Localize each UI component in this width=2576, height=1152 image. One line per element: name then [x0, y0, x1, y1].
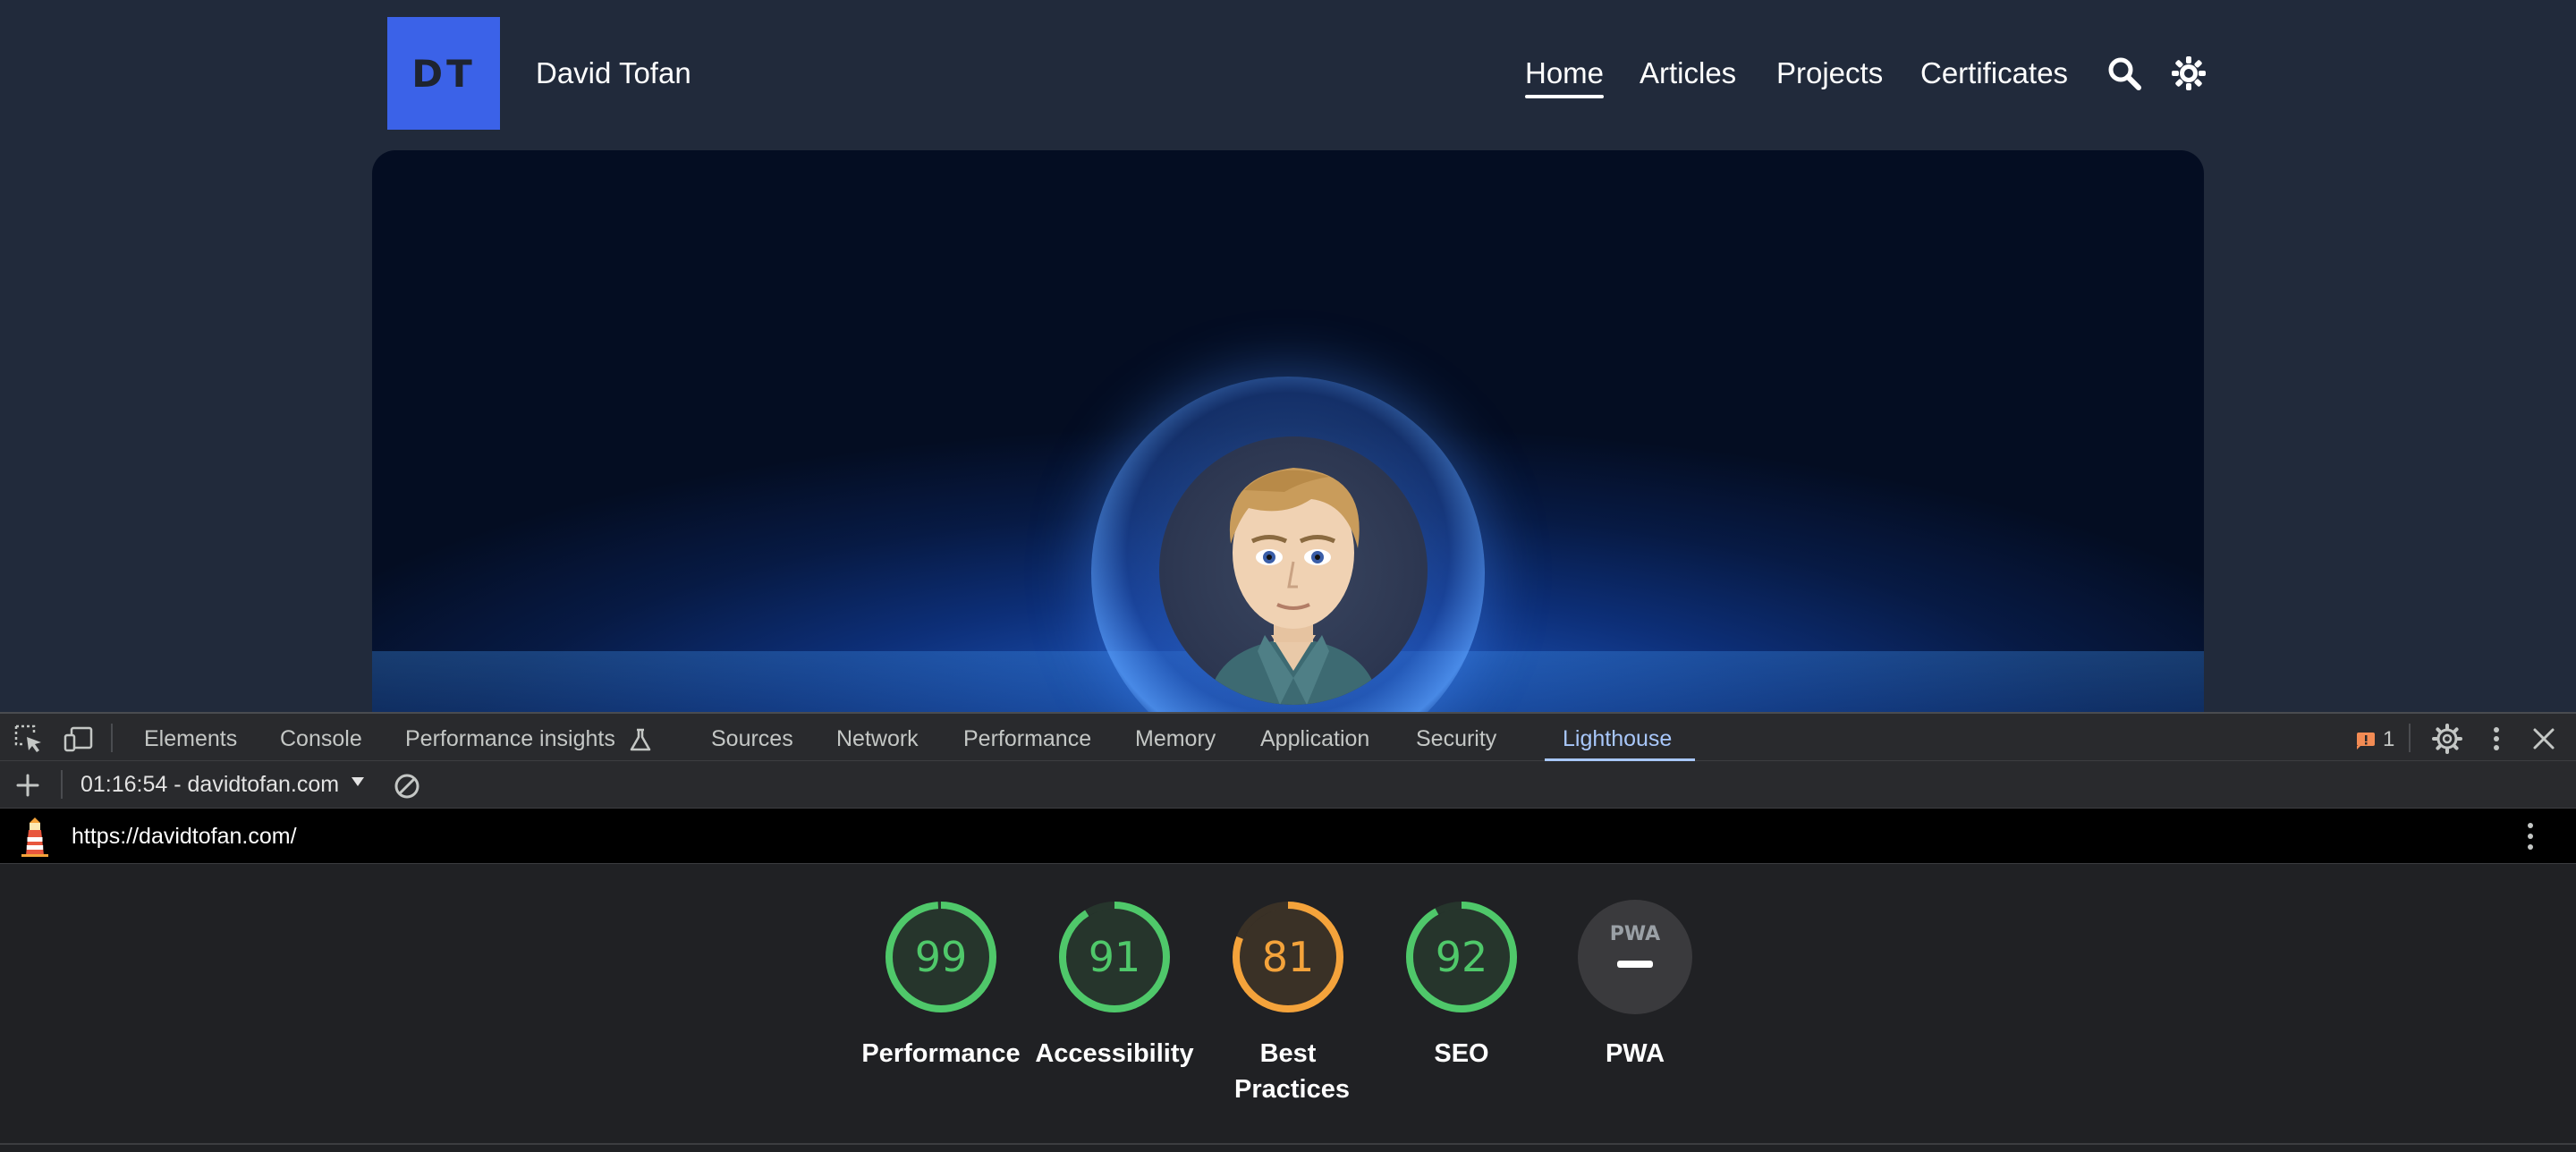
avatar [1159, 436, 1428, 705]
issues-count: 1 [2383, 727, 2395, 751]
pwa-badge-icon: PWA [1578, 900, 1692, 1014]
settings-gear-icon[interactable] [2431, 723, 2463, 755]
gauge-label: Accessibility [1035, 1039, 1194, 1068]
more-options-icon[interactable] [2480, 723, 2512, 755]
gauge-score: 99 [914, 933, 968, 981]
report-url[interactable]: https://davidtofan.com/ [72, 822, 297, 851]
nav-projects[interactable]: Projects [1776, 54, 1883, 93]
tab-lighthouse[interactable]: Lighthouse [1563, 724, 1672, 753]
toolbar-separator [111, 724, 113, 752]
report-selector-label: 01:16:54 - davidtofan.com [80, 772, 340, 797]
theme-toggle-icon[interactable] [2171, 55, 2207, 91]
toolbar-separator [2409, 724, 2411, 752]
nav-articles[interactable]: Articles [1640, 54, 1736, 93]
tab-security[interactable]: Security [1416, 724, 1496, 753]
tab-performance-insights[interactable]: Performance insights [405, 724, 615, 753]
pwa-badge-text: PWA [1610, 923, 1660, 945]
clear-reports-icon[interactable] [393, 772, 421, 800]
lighthouse-scores: 99 Performance 91 Accessibility 81 Best … [0, 864, 2576, 1152]
logo-text: DT [411, 51, 476, 96]
new-report-plus-icon[interactable] [14, 772, 41, 799]
hero-banner [372, 150, 2204, 712]
tab-elements[interactable]: Elements [144, 724, 237, 753]
gauge-label: SEO [1434, 1039, 1489, 1068]
search-icon[interactable] [2106, 55, 2142, 91]
tab-application[interactable]: Application [1260, 724, 1369, 753]
tab-sources[interactable]: Sources [711, 724, 793, 753]
website-viewport: DT David Tofan Home Articles Projects Ce… [0, 0, 2576, 712]
devtools-tab-bar: Elements Console Performance insights So… [0, 712, 2576, 762]
tab-console[interactable]: Console [280, 724, 362, 753]
lighthouse-logo-icon [21, 817, 48, 857]
gauge-score: 81 [1261, 933, 1315, 981]
device-toolbar-icon[interactable] [63, 723, 95, 755]
site-logo[interactable]: DT [387, 17, 500, 130]
tab-memory[interactable]: Memory [1135, 724, 1216, 753]
gauge-score: 91 [1088, 933, 1141, 981]
dropdown-triangle-icon [352, 777, 365, 786]
inspect-element-icon[interactable] [13, 723, 45, 755]
tab-network[interactable]: Network [836, 724, 919, 753]
flask-icon [630, 728, 651, 751]
gauge-label: PWA [1605, 1039, 1665, 1068]
nav-home[interactable]: Home [1525, 54, 1605, 98]
report-menu-icon[interactable] [2517, 819, 2544, 853]
gauge-score: 92 [1435, 933, 1488, 981]
gauge-label: Best Practices [1234, 1039, 1350, 1104]
close-devtools-icon[interactable] [2528, 723, 2560, 755]
report-url-bar: https://davidtofan.com/ [0, 809, 2576, 864]
avatar-illustration [1208, 468, 1378, 705]
nav-certificates[interactable]: Certificates [1920, 54, 2068, 93]
toolbar-separator [61, 770, 63, 799]
devtools-panel: Elements Console Performance insights So… [0, 712, 2576, 1152]
tab-performance[interactable]: Performance [963, 724, 1091, 753]
site-name[interactable]: David Tofan [536, 55, 691, 91]
issue-flag-icon [2357, 733, 2375, 750]
panel-bottom-border [0, 1143, 2576, 1145]
lighthouse-toolbar: 01:16:54 - davidtofan.com [0, 761, 2576, 809]
gauge-label: Performance [861, 1039, 1021, 1068]
report-selector[interactable]: 01:16:54 - davidtofan.com [80, 770, 365, 799]
